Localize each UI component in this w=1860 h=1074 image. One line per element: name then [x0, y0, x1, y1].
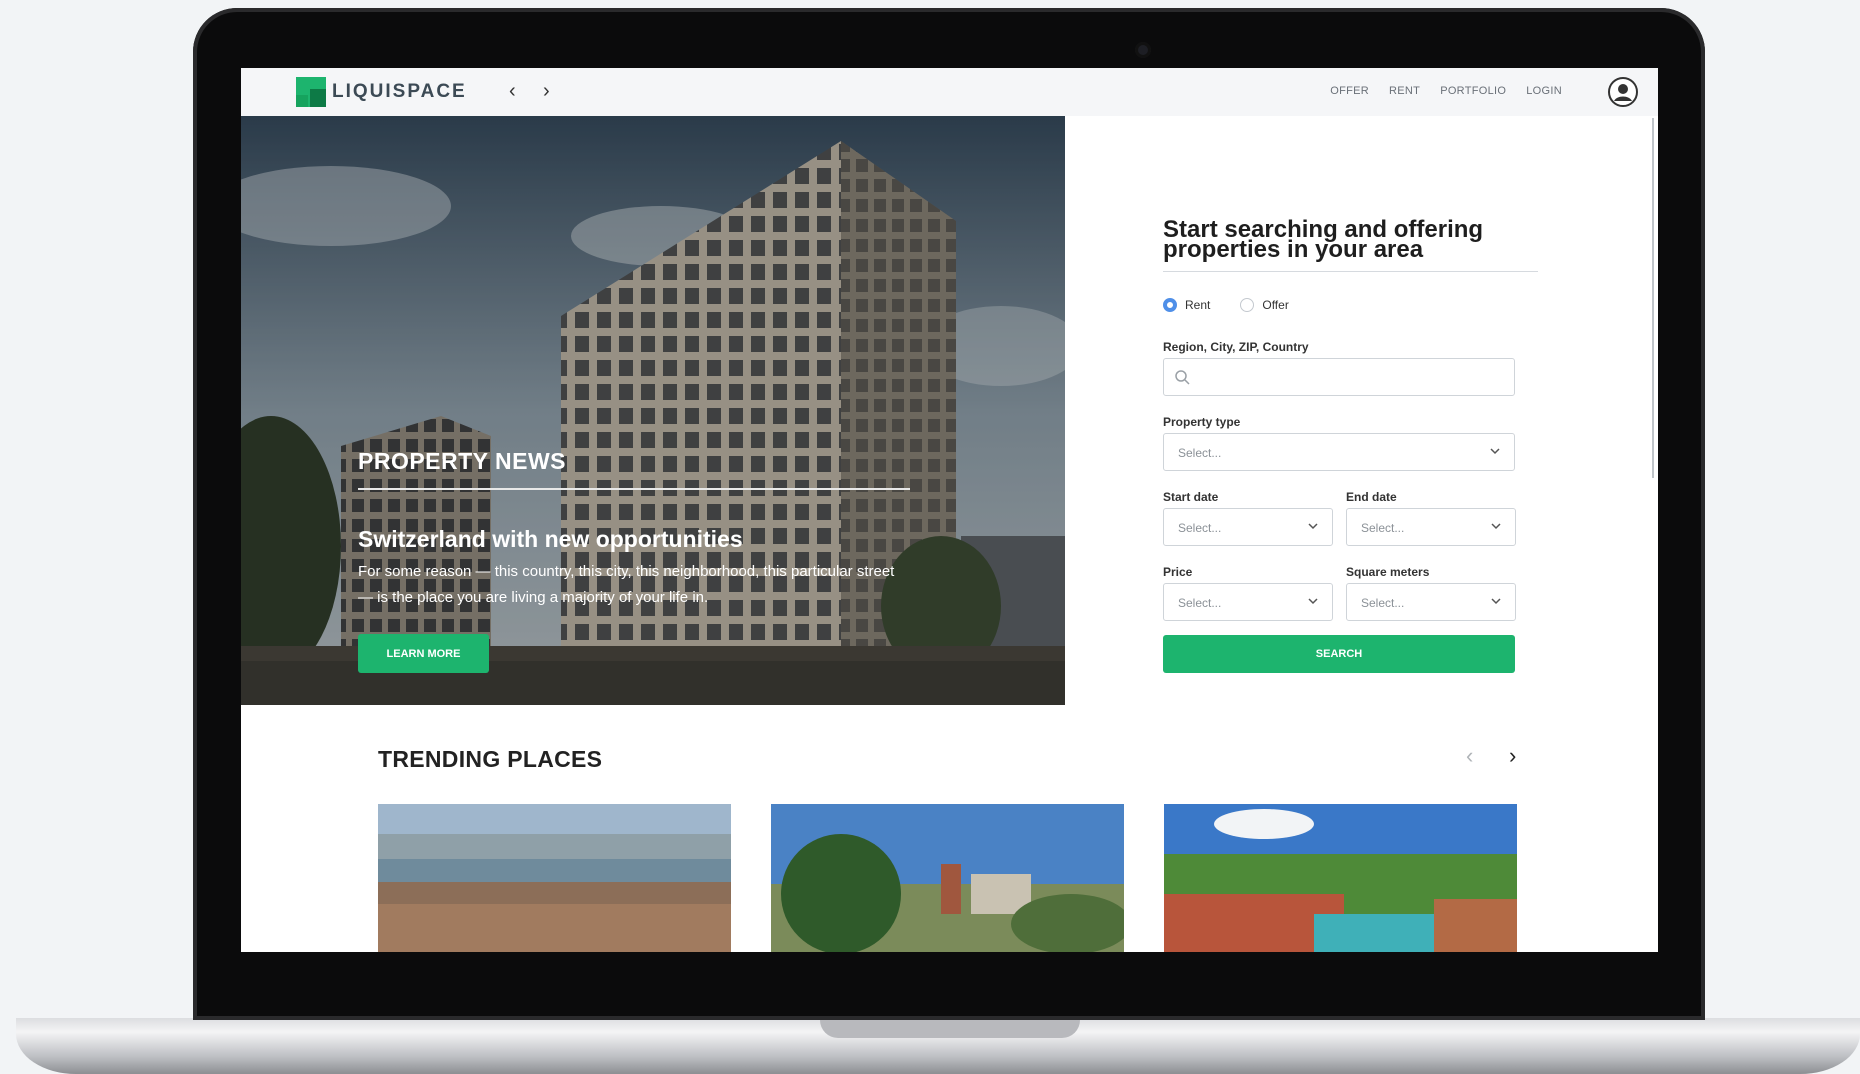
section-label: PROPERTY NEWS	[358, 448, 566, 474]
select-placeholder: Select...	[1361, 521, 1405, 535]
radio-offer[interactable]: Offer	[1240, 298, 1289, 312]
search-button[interactable]: SEARCH	[1163, 635, 1515, 673]
chevron-right-icon[interactable]: ›	[543, 80, 550, 103]
divider	[1163, 271, 1538, 272]
property-type-select[interactable]: Select...	[1163, 433, 1515, 471]
price-label: Price	[1163, 565, 1193, 579]
main-menu: OFFER RENT PORTFOLIO LOGIN	[1330, 85, 1562, 97]
start-date-label: Start date	[1163, 490, 1219, 504]
browser-screen: LIQUISPACE ‹ › OFFER RENT PORTFOLIO LOGI…	[241, 68, 1658, 952]
location-input[interactable]	[1163, 358, 1515, 396]
menu-item-login[interactable]: LOGIN	[1526, 85, 1562, 97]
select-placeholder: Select...	[1178, 446, 1222, 460]
location-label: Region, City, ZIP, Country	[1163, 340, 1309, 354]
select-placeholder: Select...	[1178, 521, 1222, 535]
select-placeholder: Select...	[1361, 596, 1405, 610]
menu-item-portfolio[interactable]: PORTFOLIO	[1440, 85, 1506, 97]
chevron-down-icon	[1491, 598, 1501, 605]
chevron-down-icon	[1491, 523, 1501, 530]
price-select[interactable]: Select...	[1163, 583, 1333, 621]
radio-rent[interactable]: Rent	[1163, 298, 1210, 312]
chevron-down-icon	[1308, 523, 1318, 530]
chevron-down-icon	[1308, 598, 1318, 605]
chevron-left-icon[interactable]: ‹	[509, 80, 516, 103]
end-date-select[interactable]: Select...	[1346, 508, 1516, 546]
divider	[358, 488, 910, 490]
logo-text: LIQUISPACE	[332, 81, 467, 102]
trending-card-3[interactable]	[1164, 804, 1517, 952]
city-photo	[378, 804, 731, 952]
square-meters-select[interactable]: Select...	[1346, 583, 1516, 621]
scrollbar[interactable]	[1652, 118, 1654, 478]
search-icon	[1175, 370, 1190, 385]
city-photo	[771, 804, 1124, 952]
start-date-select[interactable]: Select...	[1163, 508, 1333, 546]
site-header: LIQUISPACE ‹ › OFFER RENT PORTFOLIO LOGI…	[241, 68, 1658, 116]
hero-title: Switzerland with new opportunities	[358, 526, 743, 552]
menu-item-offer[interactable]: OFFER	[1330, 85, 1369, 97]
radio-unselected-icon[interactable]	[1240, 298, 1255, 312]
user-avatar-icon[interactable]	[1608, 77, 1638, 107]
form-title: Start searching and offering properties …	[1163, 216, 1484, 263]
city-photo	[1164, 804, 1517, 952]
logo[interactable]: LIQUISPACE	[296, 77, 467, 107]
trending-card-2[interactable]	[771, 804, 1124, 952]
property-type-label: Property type	[1163, 415, 1241, 429]
menu-item-rent[interactable]: RENT	[1389, 85, 1420, 97]
select-placeholder: Select...	[1178, 596, 1222, 610]
camera-icon	[1135, 42, 1151, 58]
carousel-prev-icon[interactable]: ‹	[1466, 743, 1473, 769]
end-date-label: End date	[1346, 490, 1397, 504]
carousel-next-icon[interactable]: ›	[1509, 743, 1516, 769]
square-meters-label: Square meters	[1346, 565, 1430, 579]
radio-offer-label: Offer	[1262, 298, 1289, 312]
radio-rent-label: Rent	[1185, 298, 1211, 312]
logo-mark-icon	[296, 77, 326, 107]
chevron-down-icon	[1490, 448, 1500, 455]
radio-selected-icon[interactable]	[1163, 298, 1177, 312]
trending-card-1[interactable]	[378, 804, 731, 952]
hero-description: For some reason — this country, this cit…	[358, 563, 895, 606]
section-title: TRENDING PLACES	[378, 746, 603, 772]
hero-banner: PROPERTY NEWS Switzerland with new oppor…	[241, 116, 1065, 705]
listing-type-radios: Rent Offer	[1163, 298, 1289, 312]
building-photo	[241, 116, 1065, 705]
laptop-notch	[820, 1018, 1080, 1038]
learn-more-button[interactable]: LEARN MORE	[358, 634, 489, 673]
